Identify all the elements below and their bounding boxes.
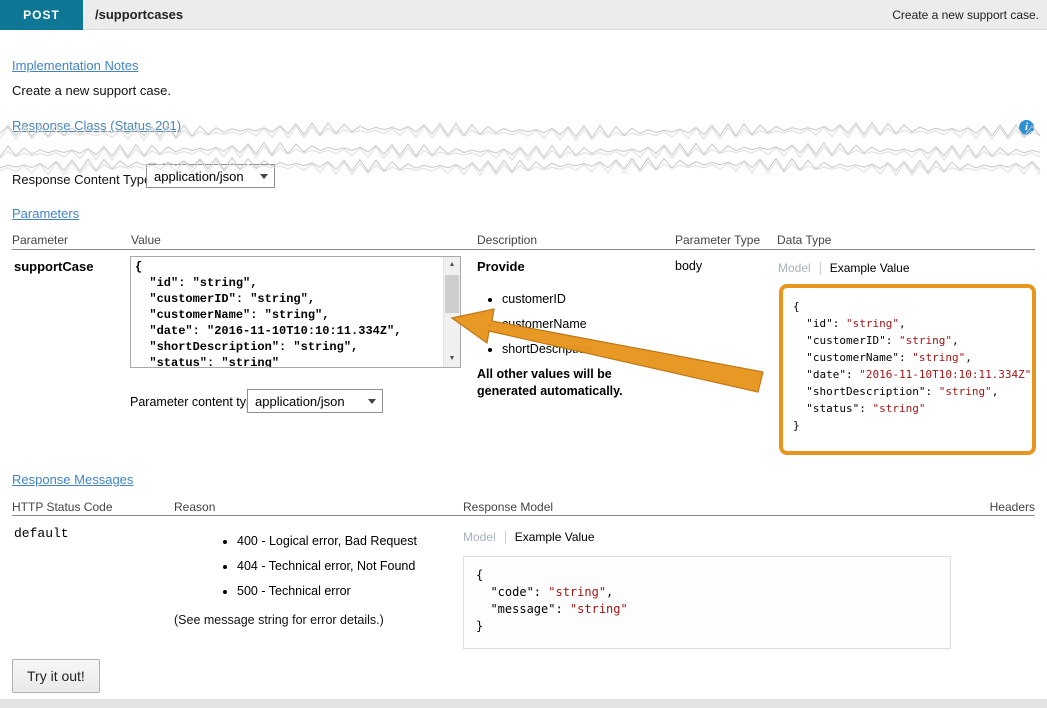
description-bullet-list: customerID customerName shortDescription bbox=[477, 292, 592, 367]
json-line: { bbox=[793, 298, 1022, 315]
tab-model[interactable]: Model bbox=[463, 530, 496, 544]
status-code-value: default bbox=[14, 526, 69, 541]
response-model-json: { "code": "string", "message": "string"} bbox=[476, 567, 938, 635]
footer-bar bbox=[0, 699, 1047, 708]
json-line: "customerID": "string", bbox=[793, 332, 1022, 349]
torn-edge bbox=[0, 142, 1047, 162]
json-line: } bbox=[793, 417, 1022, 434]
json-line: "date": "2016-11-10T10:10:11.334Z", bbox=[793, 366, 1022, 383]
json-line: "id": "string", bbox=[793, 315, 1022, 332]
scroll-up-icon[interactable]: ▲ bbox=[444, 257, 460, 273]
implementation-notes-heading[interactable]: Implementation Notes bbox=[12, 58, 138, 73]
tab-example-value[interactable]: Example Value bbox=[515, 530, 595, 544]
operation-header[interactable]: POST /supportcases Create a new support … bbox=[0, 0, 1047, 30]
tab-model[interactable]: Model bbox=[778, 261, 811, 275]
column-header-headers: Headers bbox=[990, 500, 1035, 514]
response-content-type-label: Response Content Type bbox=[12, 172, 151, 187]
textarea-scrollbar[interactable]: ▲ ▼ bbox=[443, 257, 460, 367]
column-header-reason: Reason bbox=[174, 500, 215, 514]
chevron-down-icon bbox=[260, 174, 268, 179]
example-value-box-annotated: { "id": "string", "customerID": "string"… bbox=[779, 284, 1036, 455]
scrollbar-thumb[interactable] bbox=[445, 275, 459, 313]
scroll-down-icon[interactable]: ▼ bbox=[444, 351, 460, 367]
example-value-json: { "id": "string", "customerID": "string"… bbox=[793, 298, 1022, 434]
description-intro: Provide bbox=[477, 259, 525, 274]
response-content-type-value: application/json bbox=[154, 169, 244, 184]
json-line: } bbox=[476, 618, 938, 635]
tab-divider bbox=[505, 531, 506, 544]
parameters-heading[interactable]: Parameters bbox=[12, 206, 79, 221]
parameter-name: supportCase bbox=[14, 259, 93, 274]
json-line: { bbox=[476, 567, 938, 584]
json-line: "code": "string", bbox=[476, 584, 938, 601]
reason-note: (See message string for error details.) bbox=[174, 613, 384, 627]
json-line: "customerName": "string", bbox=[793, 349, 1022, 366]
implementation-notes-text: Create a new support case. bbox=[12, 83, 171, 98]
parameter-body-input[interactable]: { "id": "string", "customerID": "string"… bbox=[131, 257, 444, 367]
response-class-heading[interactable]: Response Class (Status 201) bbox=[12, 118, 181, 133]
parameter-type-value: body bbox=[675, 259, 702, 273]
table-header-divider bbox=[12, 515, 1035, 516]
description-note: All other values will be generated autom… bbox=[477, 366, 649, 400]
column-header-parameter-type: Parameter Type bbox=[675, 233, 760, 247]
list-item: customerID bbox=[502, 292, 592, 306]
api-operation-panel: POST /supportcases Create a new support … bbox=[0, 0, 1047, 708]
list-item: shortDescription bbox=[502, 342, 592, 356]
column-header-value: Value bbox=[131, 233, 161, 247]
parameter-value-editor: { "id": "string", "customerID": "string"… bbox=[130, 256, 461, 368]
list-item: 404 - Technical error, Not Found bbox=[237, 559, 417, 573]
column-header-parameter: Parameter bbox=[12, 233, 68, 247]
response-content-type-select[interactable]: application/json bbox=[146, 164, 275, 188]
parameter-content-type-select[interactable]: application/json bbox=[247, 389, 383, 413]
try-it-out-button[interactable]: Try it out! bbox=[12, 659, 100, 693]
json-line: "status": "string" bbox=[793, 400, 1022, 417]
response-model-example-box: { "code": "string", "message": "string"} bbox=[463, 556, 951, 649]
column-header-response-model: Response Model bbox=[463, 500, 553, 514]
data-type-tabs: Model Example Value bbox=[778, 261, 910, 275]
reason-bullet-list: 400 - Logical error, Bad Request 404 - Te… bbox=[212, 534, 417, 609]
table-header-divider bbox=[12, 249, 1035, 250]
list-item: 400 - Logical error, Bad Request bbox=[237, 534, 417, 548]
chevron-down-icon bbox=[368, 399, 376, 404]
json-line: "message": "string" bbox=[476, 601, 938, 618]
column-header-status-code: HTTP Status Code bbox=[12, 500, 113, 514]
list-item: 500 - Technical error bbox=[237, 584, 417, 598]
response-messages-heading[interactable]: Response Messages bbox=[12, 472, 133, 487]
column-header-description: Description bbox=[477, 233, 537, 247]
operation-summary: Create a new support case. bbox=[892, 0, 1039, 30]
json-line: "shortDescription": "string", bbox=[793, 383, 1022, 400]
api-path[interactable]: /supportcases bbox=[95, 0, 183, 30]
tab-example-value[interactable]: Example Value bbox=[830, 261, 910, 275]
parameter-content-type-label: Parameter content type: bbox=[130, 395, 263, 409]
http-method-badge[interactable]: POST bbox=[0, 0, 83, 30]
response-model-tabs: Model Example Value bbox=[463, 530, 595, 544]
column-header-data-type: Data Type bbox=[777, 233, 831, 247]
list-item: customerName bbox=[502, 317, 592, 331]
tab-divider bbox=[820, 262, 821, 275]
info-icon[interactable]: i bbox=[1019, 120, 1034, 135]
parameter-content-type-value: application/json bbox=[255, 394, 345, 409]
